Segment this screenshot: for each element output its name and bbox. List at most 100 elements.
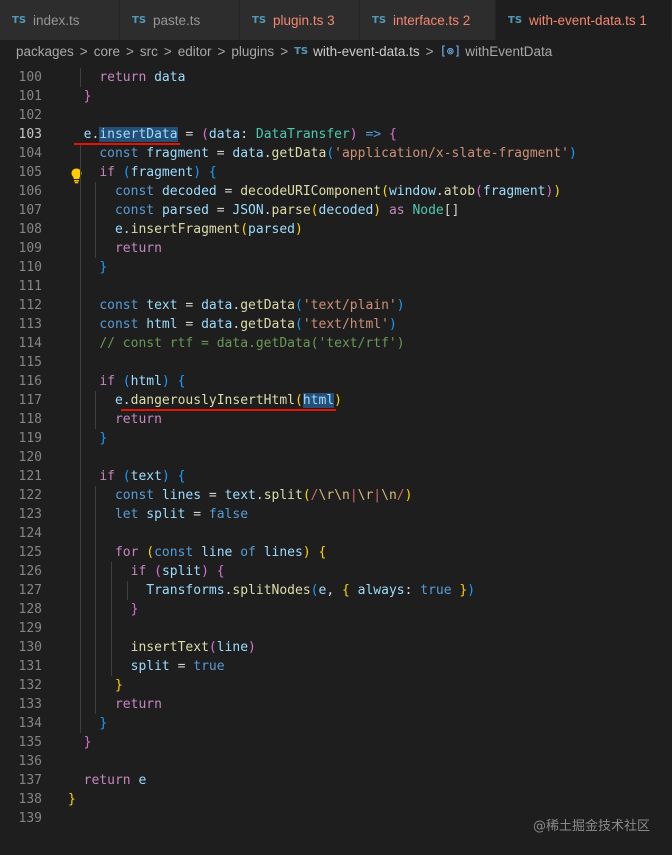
tab-2[interactable]: TS plugin.ts 3 bbox=[240, 0, 360, 40]
code-line[interactable]: 101 } bbox=[0, 87, 672, 106]
line-number: 130 bbox=[18, 640, 42, 655]
code-text: } bbox=[83, 89, 92, 104]
breadcrumb-item[interactable]: plugins bbox=[231, 44, 274, 59]
code-line[interactable]: 105 if (fragment) { bbox=[0, 163, 672, 182]
typescript-file-icon: TS bbox=[294, 45, 309, 57]
indent-guide bbox=[111, 600, 113, 619]
code-line[interactable]: 118 return bbox=[0, 410, 672, 429]
line-number: 109 bbox=[18, 241, 42, 256]
code-line[interactable]: 122 const lines = text.split(/\r\n|\r|\n… bbox=[0, 486, 672, 505]
code-line[interactable]: 125 for (const line of lines) { bbox=[0, 543, 672, 562]
code-line[interactable]: 102 bbox=[0, 106, 672, 125]
code-line[interactable]: 107 const parsed = JSON.parse(decoded) a… bbox=[0, 201, 672, 220]
code-line[interactable]: 131 split = true bbox=[0, 657, 672, 676]
code-line[interactable]: 120 bbox=[0, 448, 672, 467]
code-line[interactable]: 126 if (split) { bbox=[0, 562, 672, 581]
breadcrumb-symbol[interactable]: withEventData bbox=[465, 44, 552, 59]
code-text: } bbox=[68, 792, 76, 807]
code-line[interactable]: 133 return bbox=[0, 695, 672, 714]
code-line[interactable]: 114 // const rtf = data.getData('text/rt… bbox=[0, 334, 672, 353]
indent-guide bbox=[79, 296, 81, 315]
indent-guide bbox=[79, 695, 81, 714]
breadcrumb-item[interactable]: core bbox=[94, 44, 120, 59]
indent-guide bbox=[79, 486, 81, 505]
breadcrumb-item[interactable]: src bbox=[140, 44, 158, 59]
indent-guide bbox=[95, 220, 97, 239]
code-text: if (text) { bbox=[99, 469, 186, 484]
indent-guide bbox=[79, 144, 81, 163]
code-text: Transforms.splitNodes(e, { always: true … bbox=[146, 583, 476, 598]
line-number: 128 bbox=[18, 602, 42, 617]
code-line[interactable]: 129 bbox=[0, 619, 672, 638]
code-line[interactable]: 109 return bbox=[0, 239, 672, 258]
indent-guide bbox=[79, 277, 81, 296]
line-number: 115 bbox=[18, 355, 42, 370]
indent-guide bbox=[79, 600, 81, 619]
code-line[interactable]: 123 let split = false bbox=[0, 505, 672, 524]
line-number: 121 bbox=[18, 469, 42, 484]
red-annotation-underline bbox=[73, 143, 180, 145]
code-line[interactable]: 108 e.insertFragment(parsed) bbox=[0, 220, 672, 239]
code-line[interactable]: 100 return data bbox=[0, 68, 672, 87]
breadcrumb: packages > core > src > editor > plugins > TS with-… bbox=[0, 40, 672, 62]
line-number: 126 bbox=[18, 564, 42, 579]
tab-3[interactable]: TS interface.ts 2 bbox=[360, 0, 496, 40]
code-line[interactable]: 106 const decoded = decodeURIComponent(w… bbox=[0, 182, 672, 201]
typescript-file-icon: TS bbox=[12, 14, 27, 26]
tab-0[interactable]: TS index.ts bbox=[0, 0, 120, 40]
code-text: } bbox=[99, 716, 108, 731]
code-line[interactable]: 119 } bbox=[0, 429, 672, 448]
indent-guide bbox=[79, 182, 81, 201]
code-line[interactable]: 124 bbox=[0, 524, 672, 543]
code-line[interactable]: 137 return e bbox=[0, 771, 672, 790]
code-text: return bbox=[114, 412, 162, 427]
code-line[interactable]: 103 e.insertData = (data: DataTransfer) … bbox=[0, 125, 672, 144]
breadcrumb-item[interactable]: packages bbox=[16, 44, 74, 59]
code-editor[interactable]: 100 return data 101 } 102 103 e.insertData … bbox=[0, 62, 672, 855]
code-line[interactable]: 113 const html = data.getData('text/html… bbox=[0, 315, 672, 334]
code-line[interactable]: 127 Transforms.splitNodes(e, { always: t… bbox=[0, 581, 672, 600]
code-line[interactable]: 130 insertText(line) bbox=[0, 638, 672, 657]
code-line[interactable]: 115 bbox=[0, 353, 672, 372]
code-line[interactable]: 110 } bbox=[0, 258, 672, 277]
line-number: 124 bbox=[18, 526, 42, 541]
tab-label: plugin.ts 3 bbox=[273, 12, 335, 28]
code-line[interactable]: 128 } bbox=[0, 600, 672, 619]
indent-guide bbox=[111, 619, 113, 638]
indent-guide bbox=[79, 315, 81, 334]
indent-guide bbox=[79, 410, 81, 429]
tab-4[interactable]: TS with-event-data.ts 1 bbox=[496, 0, 672, 40]
code-line[interactable]: 134 } bbox=[0, 714, 672, 733]
code-line[interactable]: 136 bbox=[0, 752, 672, 771]
code-line[interactable]: 111 bbox=[0, 277, 672, 296]
code-line[interactable]: 135 } bbox=[0, 733, 672, 752]
indent-guide bbox=[95, 695, 97, 714]
code-text: const lines = text.split(/\r\n|\r|\n/) bbox=[114, 488, 413, 503]
code-line[interactable]: 132 } bbox=[0, 676, 672, 695]
line-number: 134 bbox=[18, 716, 42, 731]
indent-guide bbox=[95, 524, 97, 543]
indent-guide bbox=[95, 391, 97, 410]
line-number: 137 bbox=[18, 773, 42, 788]
tab-label: interface.ts 2 bbox=[393, 12, 471, 28]
code-line[interactable]: 138} bbox=[0, 790, 672, 809]
indent-guide bbox=[79, 657, 81, 676]
code-line[interactable]: 104 const fragment = data.getData('appli… bbox=[0, 144, 672, 163]
indent-guide bbox=[79, 467, 81, 486]
line-number: 129 bbox=[18, 621, 42, 636]
breadcrumb-file[interactable]: with-event-data.ts bbox=[313, 44, 420, 59]
breadcrumb-item[interactable]: editor bbox=[178, 44, 212, 59]
code-text: for (const line of lines) { bbox=[114, 545, 327, 560]
line-number: 102 bbox=[18, 108, 42, 123]
line-number: 117 bbox=[18, 393, 42, 408]
code-line[interactable]: 121 if (text) { bbox=[0, 467, 672, 486]
code-line[interactable]: 116 if (html) { bbox=[0, 372, 672, 391]
code-line[interactable]: 117 e.dangerouslyInsertHtml(html) bbox=[0, 391, 672, 410]
code-line[interactable]: 112 const text = data.getData('text/plai… bbox=[0, 296, 672, 315]
indent-guide bbox=[95, 619, 97, 638]
line-number: 105 bbox=[18, 165, 42, 180]
line-number: 113 bbox=[18, 317, 42, 332]
tab-label: with-event-data.ts 1 bbox=[529, 12, 647, 28]
tab-1[interactable]: TS paste.ts bbox=[120, 0, 240, 40]
indent-guide bbox=[79, 372, 81, 391]
